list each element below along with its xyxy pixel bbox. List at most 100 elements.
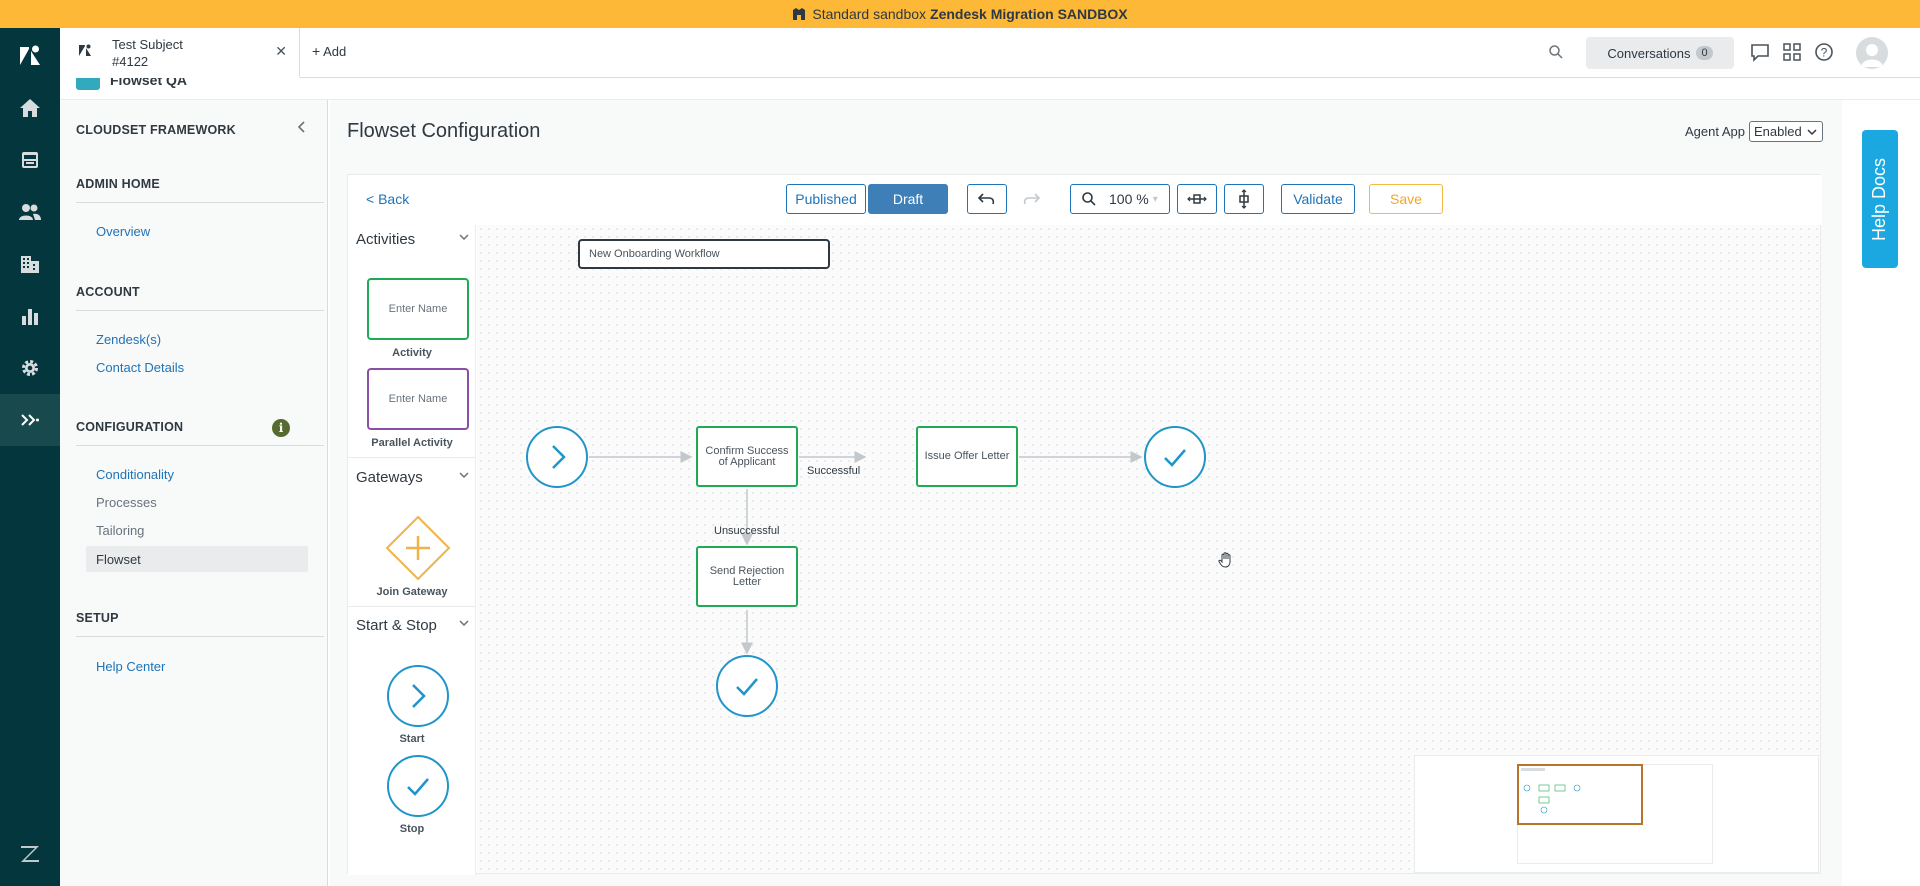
published-button[interactable]: Published (786, 184, 866, 214)
collapse-sidebar-icon[interactable] (296, 120, 306, 136)
undo-icon (978, 193, 995, 205)
minimap-viewport[interactable] (1517, 764, 1643, 825)
product-nav (0, 28, 60, 886)
task-send-rejection[interactable]: Send Rejection Letter (696, 546, 798, 607)
framework-title: CLOUDSET FRAMEWORK (76, 123, 236, 137)
sidebar-item-overview[interactable]: Overview (96, 224, 150, 239)
task-confirm-success[interactable]: Confirm Success of Applicant (696, 426, 798, 487)
views-icon[interactable] (0, 134, 60, 186)
task-issue-offer[interactable]: Issue Offer Letter (916, 426, 1018, 487)
parallel-activity-label: Parallel Activity (371, 437, 453, 449)
banner-sandbox-name: Zendesk Migration SANDBOX (930, 6, 1128, 22)
add-tab-button[interactable]: + Add (312, 43, 346, 59)
join-gateway-palette-item[interactable] (385, 515, 451, 581)
grab-cursor-icon (1218, 552, 1231, 568)
activity-palette-item[interactable]: Enter Name (367, 278, 469, 340)
close-tab-icon[interactable]: ✕ (275, 43, 287, 60)
zendesk-logo-icon[interactable] (0, 30, 60, 82)
chevron-down-icon[interactable] (458, 617, 470, 631)
redo-button[interactable] (1011, 184, 1051, 214)
sidebar-item-flowset[interactable]: Flowset (96, 552, 141, 567)
start-event-palette-item[interactable] (386, 664, 450, 728)
element-palette: Activities Enter Name Activity Enter Nam… (348, 225, 476, 875)
admin-home-heading[interactable]: ADMIN HOME (76, 177, 160, 191)
reporting-icon[interactable] (0, 290, 60, 342)
sidebar-item-contact-details[interactable]: Contact Details (96, 360, 184, 375)
workflow-canvas[interactable]: New Onboarding Workflow Confirm Success … (477, 225, 1820, 873)
agent-app-select[interactable]: Enabled (1749, 121, 1823, 142)
top-header: Test Subject #4122 ✕ + Add Conversations… (60, 28, 1920, 78)
start-stop-heading[interactable]: Start & Stop (356, 617, 437, 634)
admin-gear-icon[interactable] (0, 342, 60, 394)
save-button[interactable]: Save (1369, 184, 1443, 214)
divider (76, 202, 324, 203)
gateways-heading[interactable]: Gateways (356, 469, 423, 486)
user-avatar[interactable] (1856, 37, 1888, 69)
divider (348, 457, 476, 458)
edge-label-successful[interactable]: Successful (807, 465, 860, 477)
undo-button[interactable] (967, 184, 1007, 214)
task-confirm-label: Confirm Success of Applicant (705, 444, 789, 468)
activity-placeholder: Enter Name (388, 303, 448, 315)
canvas-minimap[interactable] (1414, 755, 1819, 873)
ticket-tab[interactable]: Test Subject #4122 ✕ (60, 28, 300, 78)
sidebar-item-processes[interactable]: Processes (96, 495, 157, 510)
setup-heading: SETUP (76, 611, 119, 625)
horizontal-layout-icon (1187, 194, 1207, 204)
conversations-button[interactable]: Conversations 0 (1586, 37, 1734, 69)
flowset-app-icon[interactable] (0, 394, 60, 446)
plus-icon: + (312, 43, 321, 59)
chevron-down-icon[interactable] (458, 231, 470, 245)
join-gateway-label: Join Gateway (376, 586, 448, 598)
ticket-icon (78, 44, 92, 61)
customers-icon[interactable] (0, 186, 60, 238)
redo-icon (1023, 193, 1040, 205)
help-icon[interactable]: ? (1814, 42, 1834, 65)
info-icon[interactable]: i (272, 419, 290, 437)
end-event-rejection[interactable] (716, 655, 778, 717)
start-label: Start (399, 733, 425, 745)
stop-label: Stop (399, 823, 425, 835)
vertical-layout-button[interactable] (1224, 184, 1264, 214)
zoom-control[interactable]: 100 % ▾ (1070, 184, 1170, 214)
vertical-layout-icon (1239, 189, 1249, 209)
stop-event-palette-item[interactable] (386, 754, 450, 818)
ticket-number: #4122 (112, 54, 149, 69)
apps-grid-icon[interactable] (1782, 42, 1802, 65)
validate-label: Validate (1293, 191, 1343, 207)
search-icon[interactable] (1548, 44, 1564, 63)
activity-label: Activity (392, 347, 432, 359)
sandbox-banner: Standard sandbox Zendesk Migration SANDB… (0, 0, 1920, 28)
sidebar-item-help-center[interactable]: Help Center (96, 659, 165, 674)
chevron-down-icon[interactable] (458, 469, 470, 483)
edge-label-unsuccessful[interactable]: Unsuccessful (714, 525, 779, 537)
page-title: Flowset Configuration (347, 120, 541, 142)
sidebar-item-conditionality[interactable]: Conditionality (96, 467, 174, 482)
sidebar-item-zendesks[interactable]: Zendesk(s) (96, 332, 161, 347)
divider (76, 445, 324, 446)
zoom-level: 100 % (1109, 191, 1149, 207)
validate-button[interactable]: Validate (1281, 184, 1355, 214)
horizontal-layout-button[interactable] (1177, 184, 1217, 214)
sidebar-item-tailoring[interactable]: Tailoring (96, 523, 144, 538)
organizations-icon[interactable] (0, 238, 60, 290)
home-icon[interactable] (0, 82, 60, 134)
parallel-activity-palette-item[interactable]: Enter Name (367, 368, 469, 430)
help-docs-tab[interactable]: Help Docs (1862, 130, 1898, 268)
chevron-down-icon (1807, 128, 1817, 135)
end-event-success[interactable] (1144, 426, 1206, 488)
help-docs-label: Help Docs (1869, 157, 1890, 241)
zendesk-product-icon[interactable] (0, 828, 60, 880)
main-content: Flowset Configuration Agent App Enabled … (330, 100, 1842, 886)
banner-prefix: Standard sandbox (812, 6, 927, 22)
divider (76, 636, 324, 637)
ticket-title: Test Subject (112, 37, 183, 52)
draft-button[interactable]: Draft (868, 184, 948, 214)
chat-icon[interactable] (1750, 42, 1770, 65)
start-event[interactable] (526, 426, 588, 488)
back-link[interactable]: < Back (366, 191, 409, 207)
conversations-label: Conversations (1607, 45, 1691, 61)
agent-app-label: Agent App (1685, 124, 1745, 139)
activities-heading[interactable]: Activities (356, 231, 415, 248)
conversations-count-badge: 0 (1696, 46, 1713, 60)
